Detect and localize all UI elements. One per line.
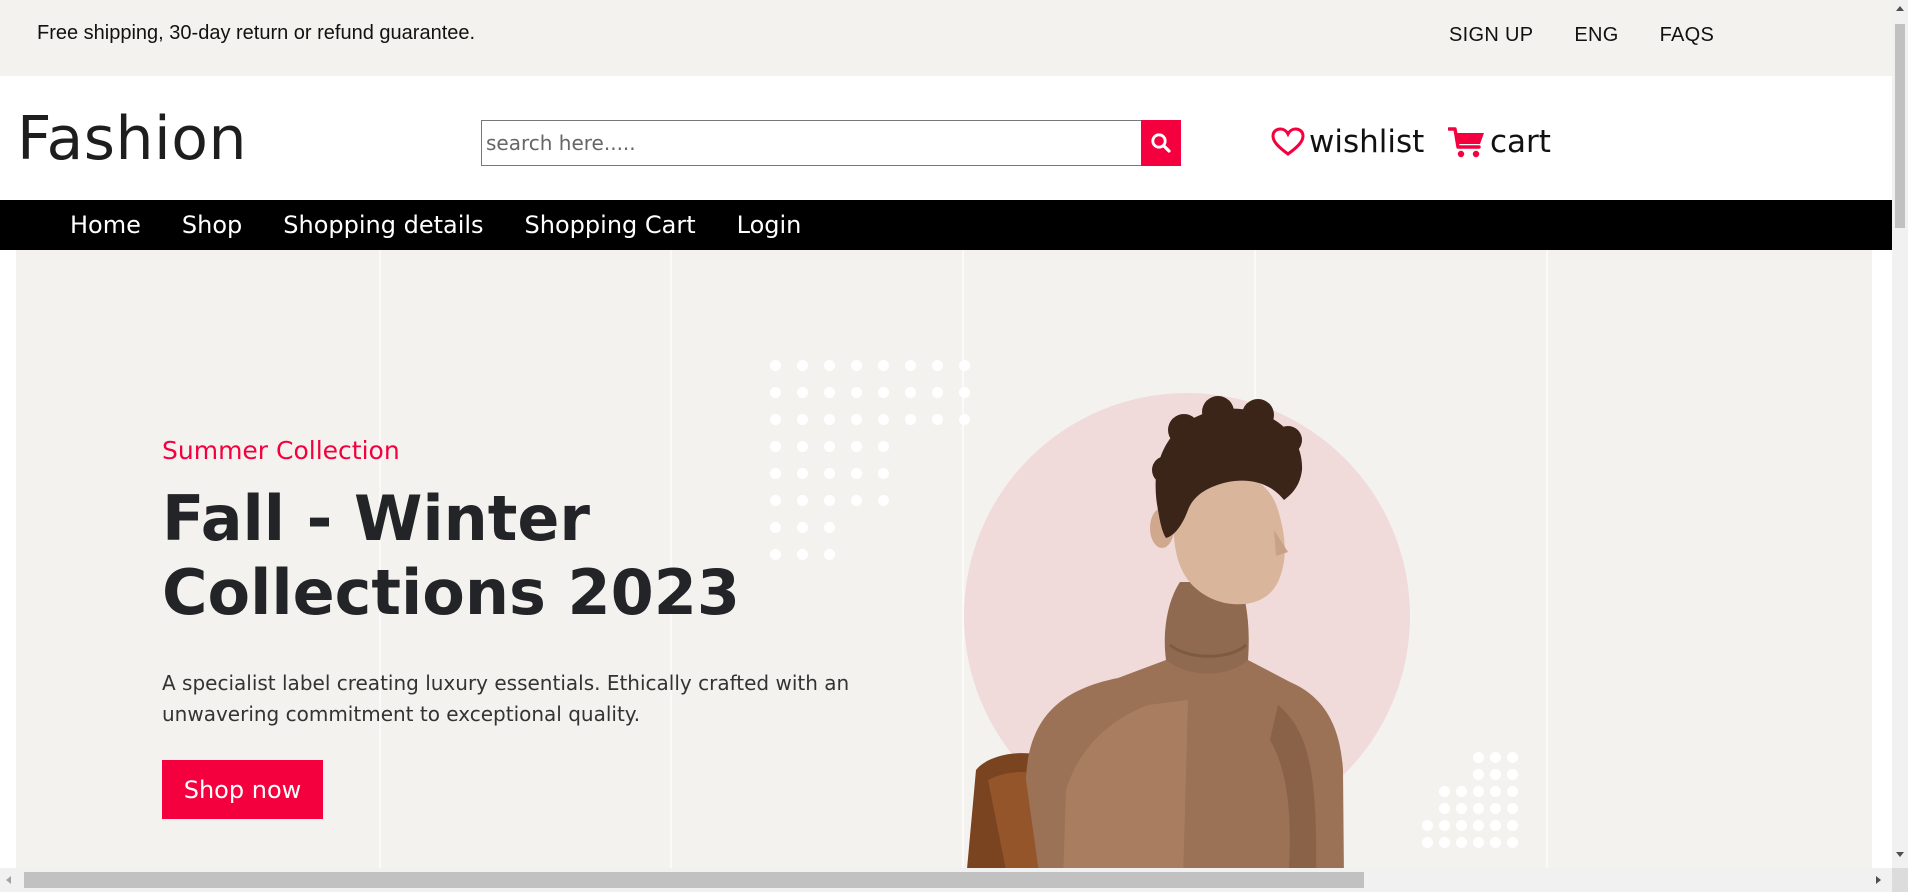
nav-shop[interactable]: Shop: [182, 211, 242, 239]
hero-subtitle: Summer Collection: [162, 436, 400, 465]
decor-dot: [905, 414, 916, 425]
decor-dot: [851, 441, 862, 452]
decor-dot: [1439, 803, 1450, 814]
decor-dot: [1507, 752, 1518, 763]
faqs-link[interactable]: FAQS: [1660, 24, 1715, 47]
scroll-left-arrow-icon[interactable]: [6, 876, 11, 884]
nav-shopping-cart[interactable]: Shopping Cart: [525, 211, 696, 239]
scroll-up-arrow-icon[interactable]: [1896, 6, 1904, 11]
language-link[interactable]: ENG: [1574, 24, 1618, 47]
decor-dot: [878, 441, 889, 452]
vertical-scrollbar[interactable]: [1892, 0, 1908, 868]
decor-dot: [851, 387, 862, 398]
promo-text: Free shipping, 30-day return or refund g…: [37, 22, 476, 44]
decor-dot: [770, 468, 781, 479]
decor-dot: [1490, 820, 1501, 831]
search-icon: [1151, 133, 1171, 153]
decor-dot: [932, 414, 943, 425]
decor-dot: [1507, 803, 1518, 814]
top-bar: Free shipping, 30-day return or refund g…: [0, 0, 1892, 76]
decor-dot: [1507, 786, 1518, 797]
decor-dot: [1473, 837, 1484, 848]
horizontal-scroll-thumb[interactable]: [24, 872, 1364, 888]
decor-dot: [1456, 820, 1467, 831]
search-bar: [481, 120, 1181, 166]
decor-dot: [770, 360, 781, 371]
decor-dot: [797, 414, 808, 425]
decor-dot: [770, 414, 781, 425]
wishlist-link[interactable]: wishlist: [1271, 124, 1424, 160]
top-links: SIGN UP ENG FAQS: [1449, 24, 1755, 47]
decor-dot: [878, 414, 889, 425]
shopping-cart-icon: [1448, 127, 1484, 158]
scrollbar-corner: [1892, 868, 1908, 892]
heart-outline-icon: [1271, 127, 1305, 156]
decor-dot: [878, 387, 889, 398]
decor-dot: [851, 468, 862, 479]
vertical-scroll-thumb[interactable]: [1895, 24, 1905, 228]
scroll-right-arrow-icon[interactable]: [1876, 876, 1881, 884]
decor-dot: [1473, 820, 1484, 831]
decor-dot: [851, 414, 862, 425]
decor-dot: [932, 360, 943, 371]
decor-dot: [770, 441, 781, 452]
decor-dot: [824, 441, 835, 452]
decor-dot: [797, 387, 808, 398]
decor-dot: [878, 360, 889, 371]
decor-dot: [1507, 820, 1518, 831]
main-nav: Home Shop Shopping details Shopping Cart…: [0, 200, 1892, 250]
decor-dot: [1473, 786, 1484, 797]
decor-dot: [1490, 769, 1501, 780]
decor-dot: [1456, 837, 1467, 848]
nav-shopping-details[interactable]: Shopping details: [283, 211, 483, 239]
horizontal-scrollbar[interactable]: [0, 868, 1892, 892]
decor-dot: [1490, 752, 1501, 763]
wishlist-label: wishlist: [1309, 124, 1425, 160]
decor-dot: [932, 387, 943, 398]
decor-dot: [770, 387, 781, 398]
decor-dot: [1473, 803, 1484, 814]
decor-dot: [1456, 786, 1467, 797]
sign-up-link[interactable]: SIGN UP: [1449, 24, 1533, 47]
decor-dot: [851, 360, 862, 371]
hero-banner: Summer Collection Fall - Winter Collecti…: [16, 250, 1872, 868]
search-input[interactable]: [481, 120, 1142, 166]
cart-label: cart: [1490, 124, 1551, 160]
shop-now-button[interactable]: Shop now: [162, 760, 323, 819]
decor-dot: [905, 360, 916, 371]
decor-dot: [824, 414, 835, 425]
hero-description: A specialist label creating luxury essen…: [162, 671, 850, 726]
decor-dot: [1456, 803, 1467, 814]
model-image: [967, 396, 1344, 868]
decor-dot: [1439, 837, 1450, 848]
decor-dot: [1473, 752, 1484, 763]
decor-dot: [824, 360, 835, 371]
decor-dot: [797, 441, 808, 452]
header: Fashion wishlist cart: [0, 76, 1892, 200]
decor-dot: [905, 387, 916, 398]
search-button[interactable]: [1141, 120, 1181, 166]
decor-dot: [1473, 769, 1484, 780]
decor-dot: [1439, 786, 1450, 797]
decor-dot: [824, 387, 835, 398]
decor-dot: [1490, 786, 1501, 797]
decor-dot: [797, 360, 808, 371]
site-logo[interactable]: Fashion: [17, 104, 247, 174]
decor-dot: [797, 468, 808, 479]
decor-line: [1546, 250, 1548, 868]
page: Free shipping, 30-day return or refund g…: [0, 0, 1908, 892]
decor-dot: [1507, 837, 1518, 848]
cart-link[interactable]: cart: [1448, 124, 1551, 160]
hero-title: Fall - Winter Collections 2023: [162, 482, 741, 629]
decor-dot: [1507, 769, 1518, 780]
decor-dot: [824, 468, 835, 479]
decor-dot: [1439, 820, 1450, 831]
nav-home[interactable]: Home: [70, 211, 141, 239]
decor-dot: [1490, 837, 1501, 848]
decor-dot: [878, 468, 889, 479]
decor-dot: [1490, 803, 1501, 814]
nav-login[interactable]: Login: [737, 211, 802, 239]
scroll-down-arrow-icon[interactable]: [1896, 852, 1904, 857]
